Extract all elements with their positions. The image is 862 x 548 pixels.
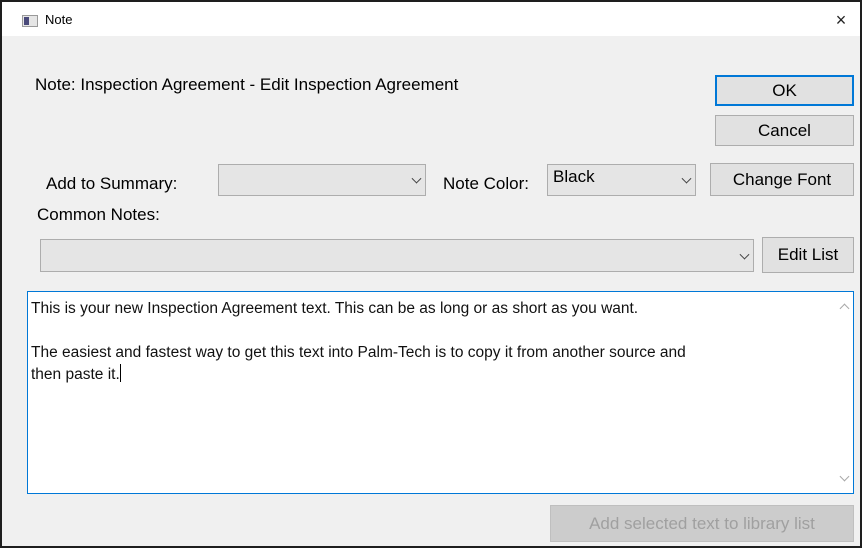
note-color-label: Note Color: xyxy=(443,174,529,193)
window-icon xyxy=(22,15,38,27)
chevron-down-icon xyxy=(739,249,750,260)
add-to-library-button[interactable]: Add selected text to library list xyxy=(550,505,854,542)
edit-list-button[interactable]: Edit List xyxy=(762,237,854,273)
note-color-dropdown[interactable]: Black xyxy=(547,164,696,196)
scroll-up-icon[interactable] xyxy=(839,303,850,314)
note-text-line: then paste it. xyxy=(31,366,120,383)
note-heading: Note: Inspection Agreement - Edit Inspec… xyxy=(35,75,459,94)
window-title: Note xyxy=(45,12,73,27)
chevron-down-icon xyxy=(411,173,422,184)
common-notes-dropdown[interactable] xyxy=(40,239,754,272)
change-font-button[interactable]: Change Font xyxy=(710,163,854,196)
note-text-area[interactable]: This is your new Inspection Agreement te… xyxy=(27,291,854,494)
close-icon: × xyxy=(835,9,847,30)
text-caret xyxy=(119,364,121,382)
add-to-summary-label: Add to Summary: xyxy=(46,174,178,193)
note-text-content: This is your new Inspection Agreement te… xyxy=(31,298,821,386)
ok-button[interactable]: OK xyxy=(715,75,854,106)
vertical-scrollbar[interactable] xyxy=(836,292,853,493)
scroll-down-icon[interactable] xyxy=(839,471,850,482)
common-notes-label: Common Notes: xyxy=(37,205,160,224)
note-text-line: This is your new Inspection Agreement te… xyxy=(31,300,639,317)
note-color-value: Black xyxy=(553,167,595,186)
note-dialog: Note × Note: Inspection Agreement - Edit… xyxy=(0,0,862,548)
note-text-line: The easiest and fastest way to get this … xyxy=(31,344,686,361)
chevron-down-icon xyxy=(681,173,692,184)
cancel-button[interactable]: Cancel xyxy=(715,115,854,146)
close-button[interactable]: × xyxy=(826,8,856,32)
title-bar[interactable]: Note × xyxy=(2,2,860,36)
add-to-summary-dropdown[interactable] xyxy=(218,164,426,196)
